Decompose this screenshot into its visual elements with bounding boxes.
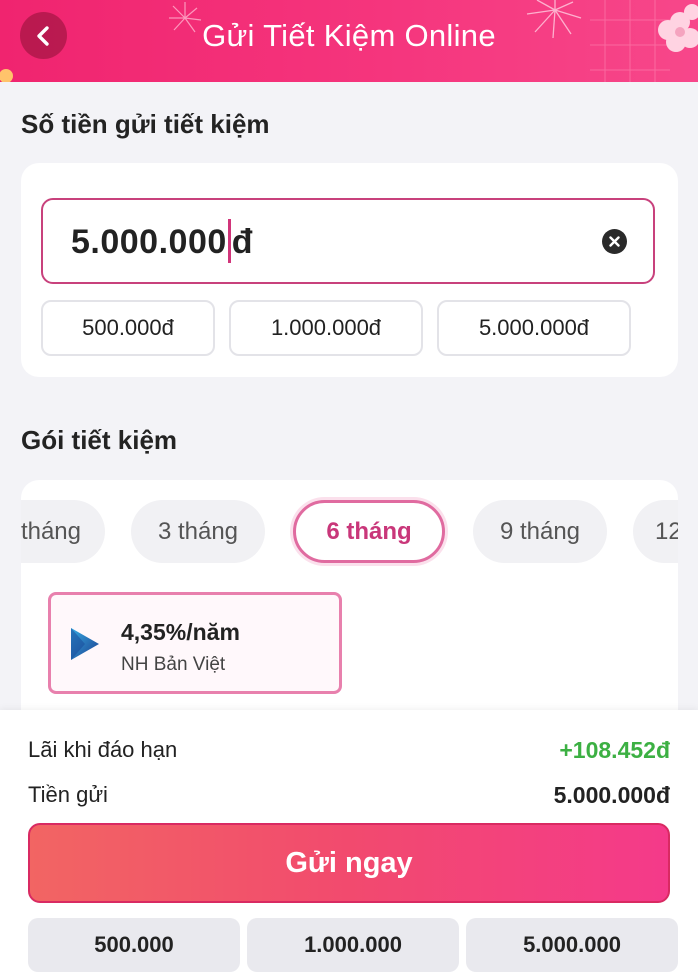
- blossom-decoration-icon: [0, 69, 13, 82]
- term-option[interactable]: 9 tháng: [473, 500, 607, 563]
- amount-chip[interactable]: 5.000.000đ: [437, 300, 631, 356]
- term-option[interactable]: 12: [633, 500, 678, 563]
- quick-amount-button[interactable]: 5.000.000: [466, 918, 678, 972]
- package-section-title: Gói tiết kiệm: [21, 425, 178, 455]
- quick-amount-button[interactable]: 1.000.000: [247, 918, 459, 972]
- app-header: Gửi Tiết Kiệm Online: [0, 0, 698, 82]
- quick-amount-button[interactable]: 500.000: [28, 918, 240, 972]
- deposit-value: 5.000.000đ: [553, 782, 670, 808]
- page-title: Gửi Tiết Kiệm Online: [202, 18, 496, 53]
- amount-section-title: Số tiền gửi tiết kiệm: [21, 109, 270, 139]
- savings-offer-card[interactable]: 4,35%/năm NH Bản Việt: [48, 592, 342, 694]
- bank-name: NH Bản Việt: [121, 654, 226, 675]
- play-triangle-logo-icon: [71, 628, 99, 660]
- term-scroller[interactable]: tháng 3 tháng 6 tháng 9 tháng 12: [21, 480, 678, 580]
- interest-rate: 4,35%/năm: [121, 619, 240, 645]
- close-icon: [609, 236, 620, 247]
- clear-input-button[interactable]: [602, 229, 627, 254]
- amount-chip[interactable]: 1.000.000đ: [229, 300, 423, 356]
- interest-value: +108.452đ: [559, 737, 670, 763]
- amount-input-value: 5.000.000 đ: [71, 219, 253, 266]
- deposit-label: Tiền gửi: [28, 782, 108, 807]
- amount-chip[interactable]: 500.000đ: [41, 300, 215, 356]
- term-option[interactable]: tháng: [21, 500, 105, 563]
- term-option[interactable]: 3 tháng: [131, 500, 265, 563]
- submit-button[interactable]: Gửi ngay: [28, 823, 670, 903]
- text-caret: [227, 219, 231, 263]
- interest-label: Lãi khi đáo hạn: [28, 737, 178, 762]
- amount-input[interactable]: 5.000.000 đ: [41, 198, 655, 284]
- term-option-selected[interactable]: 6 tháng: [293, 500, 445, 563]
